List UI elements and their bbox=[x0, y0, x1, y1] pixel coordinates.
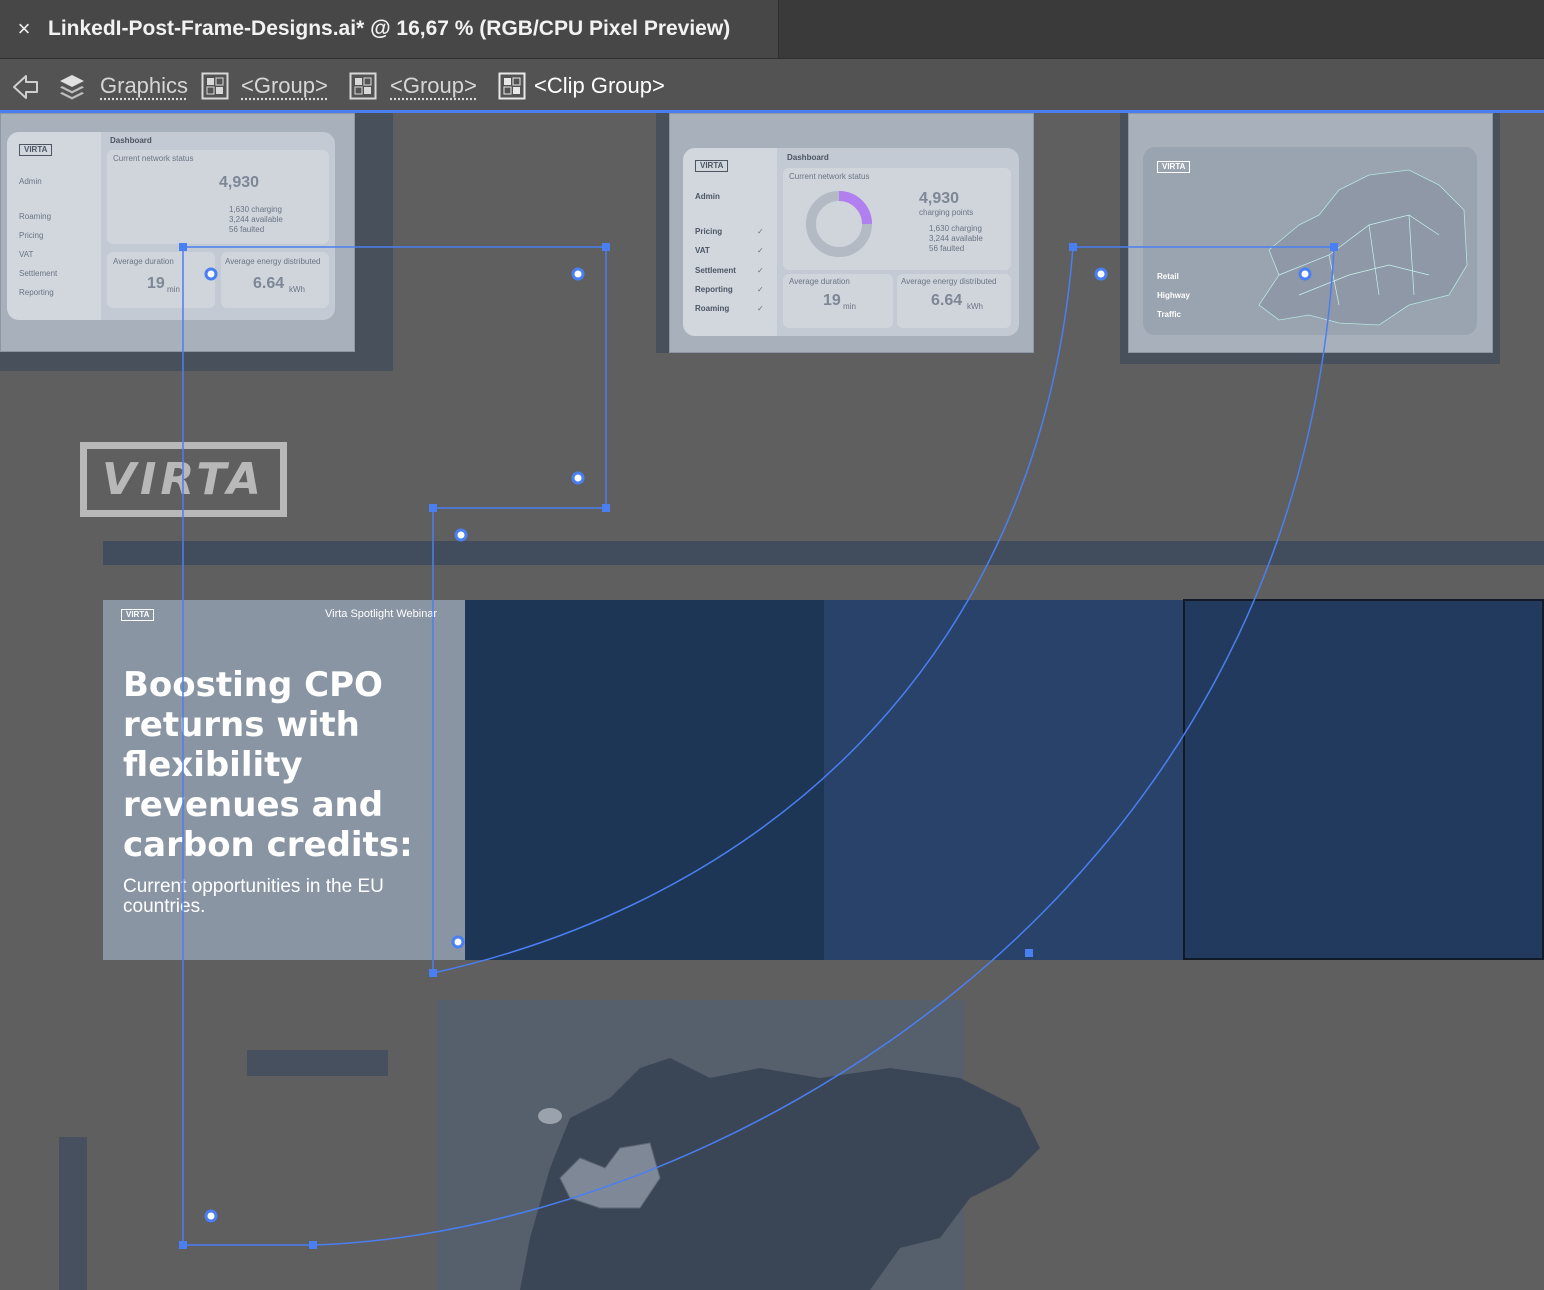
breadcrumb-clip-group: <Clip Group> bbox=[534, 73, 665, 98]
document-tab-bar: × LinkedI-Post-Frame-Designs.ai* @ 16,67… bbox=[0, 0, 1544, 58]
artboard-canvas[interactable]: VIRTA Admin Roaming Pricing VAT Settleme… bbox=[0, 113, 1544, 1290]
breadcrumb-graphics[interactable]: Graphics bbox=[100, 70, 188, 102]
breadcrumb-group-2[interactable]: <Group> bbox=[390, 70, 477, 102]
isolation-breadcrumb-bar bbox=[0, 58, 1544, 111]
breadcrumb-group-1[interactable]: <Group> bbox=[241, 70, 328, 102]
group-icon bbox=[498, 72, 526, 100]
document-tab[interactable]: × LinkedI-Post-Frame-Designs.ai* @ 16,67… bbox=[0, 0, 779, 58]
selection-overlay bbox=[179, 243, 1338, 1249]
group-icon bbox=[349, 72, 377, 100]
layers-icon bbox=[60, 75, 84, 100]
group-icon bbox=[201, 72, 229, 100]
document-title: LinkedI-Post-Frame-Designs.ai* @ 16,67 %… bbox=[48, 17, 731, 40]
close-tab-icon[interactable]: × bbox=[14, 16, 34, 42]
back-arrow-icon[interactable] bbox=[10, 72, 40, 102]
